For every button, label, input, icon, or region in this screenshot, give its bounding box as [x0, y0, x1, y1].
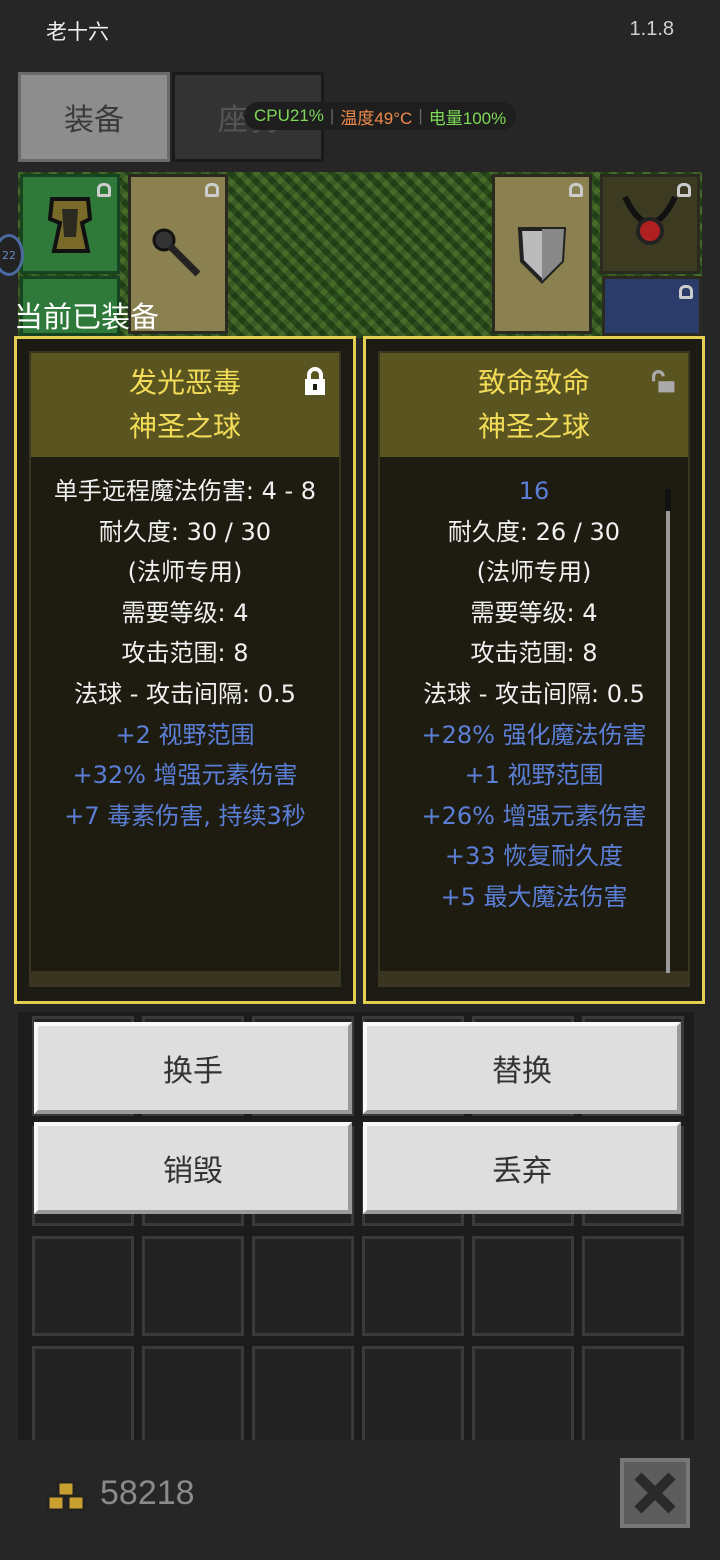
- item-name-line2: 神圣之球: [477, 410, 590, 443]
- lock-icon: [679, 285, 693, 299]
- stat-bonus: +1 视野范围: [464, 761, 604, 790]
- stat-bonus: +28% 强化魔法伤害: [421, 720, 647, 749]
- stat-bonus: +2 视野范围: [115, 720, 255, 749]
- lock-icon: [569, 183, 583, 197]
- item-name: 致命致命 神圣之球: [380, 353, 688, 457]
- replace-button[interactable]: 替换: [363, 1022, 681, 1114]
- inventory-slot[interactable]: [32, 1346, 134, 1446]
- close-button[interactable]: [620, 1458, 690, 1528]
- stat-line: (法师专用): [127, 558, 243, 587]
- amulet-icon: [622, 195, 678, 245]
- item-name-line1: 致命致命: [477, 366, 590, 399]
- inventory-slot[interactable]: [472, 1236, 574, 1336]
- gold-icon: [46, 1480, 86, 1512]
- inventory-slot[interactable]: [472, 1346, 574, 1446]
- stat-bonus: +33 恢复耐久度: [444, 842, 624, 871]
- temperature: 温度49°C: [340, 108, 413, 128]
- ring-slot[interactable]: [602, 276, 702, 336]
- selected-item-card: 致命致命 神圣之球 16 耐久度: 26 / 30 (法师专用) 需要等级: 4 攻击范…: [363, 336, 705, 1004]
- card-footer: [378, 973, 690, 987]
- unlock-icon[interactable]: [652, 367, 676, 397]
- stat-line: 耐久度: 26 / 30: [447, 517, 621, 546]
- item-stats: 单手远程魔法伤害: 4 - 8 耐久度: 30 / 30 (法师专用) 需要等级: 4…: [31, 457, 339, 836]
- inventory-slot[interactable]: [362, 1346, 464, 1446]
- destroy-button[interactable]: 销毁: [34, 1122, 352, 1214]
- card-footer: [29, 973, 341, 987]
- item-name-line1: 发光恶毒: [128, 366, 241, 399]
- inventory-slot[interactable]: [582, 1236, 684, 1336]
- close-icon: [634, 1472, 676, 1514]
- item-stats: 16 耐久度: 26 / 30 (法师专用) 需要等级: 4 攻击范围: 8 法球 - 攻…: [380, 457, 688, 918]
- stat-line: 需要等级: 4: [121, 598, 249, 627]
- equipped-item-card: 发光恶毒 神圣之球 单手远程魔法伤害: 4 - 8 耐久度: 30 / 30 (法师…: [14, 336, 356, 1004]
- scrollbar[interactable]: [666, 489, 670, 979]
- stat-bonus: +32% 增强元素伤害: [72, 761, 298, 790]
- gold-count: 58218: [100, 1474, 195, 1512]
- stat-bonus: +5 最大魔法伤害: [440, 882, 628, 911]
- lock-icon[interactable]: [303, 367, 327, 397]
- discard-button[interactable]: 丢弃: [363, 1122, 681, 1214]
- cpu-usage: CPU21%: [254, 106, 324, 125]
- stat-line: 法球 - 攻击间隔: 0.5: [423, 679, 645, 708]
- item-name-line2: 神圣之球: [128, 410, 241, 443]
- lock-icon: [97, 183, 111, 197]
- status-bar: 老十六 1.1.8: [0, 0, 720, 60]
- stat-line: 法球 - 攻击间隔: 0.5: [74, 679, 296, 708]
- stat-line: 耐久度: 30 / 30: [98, 517, 272, 546]
- lock-icon: [205, 183, 219, 197]
- inventory-slot[interactable]: [142, 1236, 244, 1336]
- swap-hand-button[interactable]: 换手: [34, 1022, 352, 1114]
- stat-bonus: +26% 增强元素伤害: [421, 801, 647, 830]
- inventory-slot[interactable]: [32, 1236, 134, 1336]
- inventory-slot[interactable]: [142, 1346, 244, 1446]
- stat-line: 需要等级: 4: [470, 598, 598, 627]
- performance-overlay: CPU21% | 温度49°C | 电量100%: [244, 102, 517, 130]
- scrollbar-thumb[interactable]: [665, 489, 671, 511]
- stat-line: (法师专用): [476, 558, 592, 587]
- lock-icon: [677, 183, 691, 197]
- equipped-label: 当前已装备: [14, 300, 160, 334]
- item-card-inner: 发光恶毒 神圣之球 单手远程魔法伤害: 4 - 8 耐久度: 30 / 30 (法师…: [29, 351, 341, 973]
- tab-equipment[interactable]: 装备: [18, 72, 170, 162]
- orb-weapon-icon: [152, 228, 201, 277]
- app-title: 老十六: [46, 20, 109, 44]
- armor-icon: [47, 197, 93, 253]
- item-name: 发光恶毒 神圣之球: [31, 353, 339, 457]
- stat-line: 单手远程魔法伤害: 4 - 8: [53, 477, 317, 505]
- stat-line: 攻击范围: 8: [470, 639, 598, 668]
- stat-bonus: +7 毒素伤害, 持续3秒: [64, 801, 306, 830]
- inventory-slot[interactable]: [362, 1236, 464, 1336]
- separator: |: [329, 106, 335, 125]
- armor-slot[interactable]: [20, 174, 120, 274]
- shield-icon: [517, 227, 567, 284]
- stat-bonus: 16: [518, 477, 550, 505]
- amulet-slot[interactable]: [600, 174, 700, 274]
- separator: |: [418, 106, 423, 125]
- version-label: 1.1.8: [629, 18, 674, 40]
- item-card-inner: 致命致命 神圣之球 16 耐久度: 26 / 30 (法师专用) 需要等级: 4 攻击范…: [378, 351, 690, 979]
- stat-line: 攻击范围: 8: [121, 639, 249, 668]
- inventory-slot[interactable]: [252, 1346, 354, 1446]
- inventory-slot[interactable]: [252, 1236, 354, 1336]
- shield-slot[interactable]: [492, 174, 592, 334]
- battery-level: 电量100%: [428, 108, 507, 128]
- inventory-slot[interactable]: [582, 1346, 684, 1446]
